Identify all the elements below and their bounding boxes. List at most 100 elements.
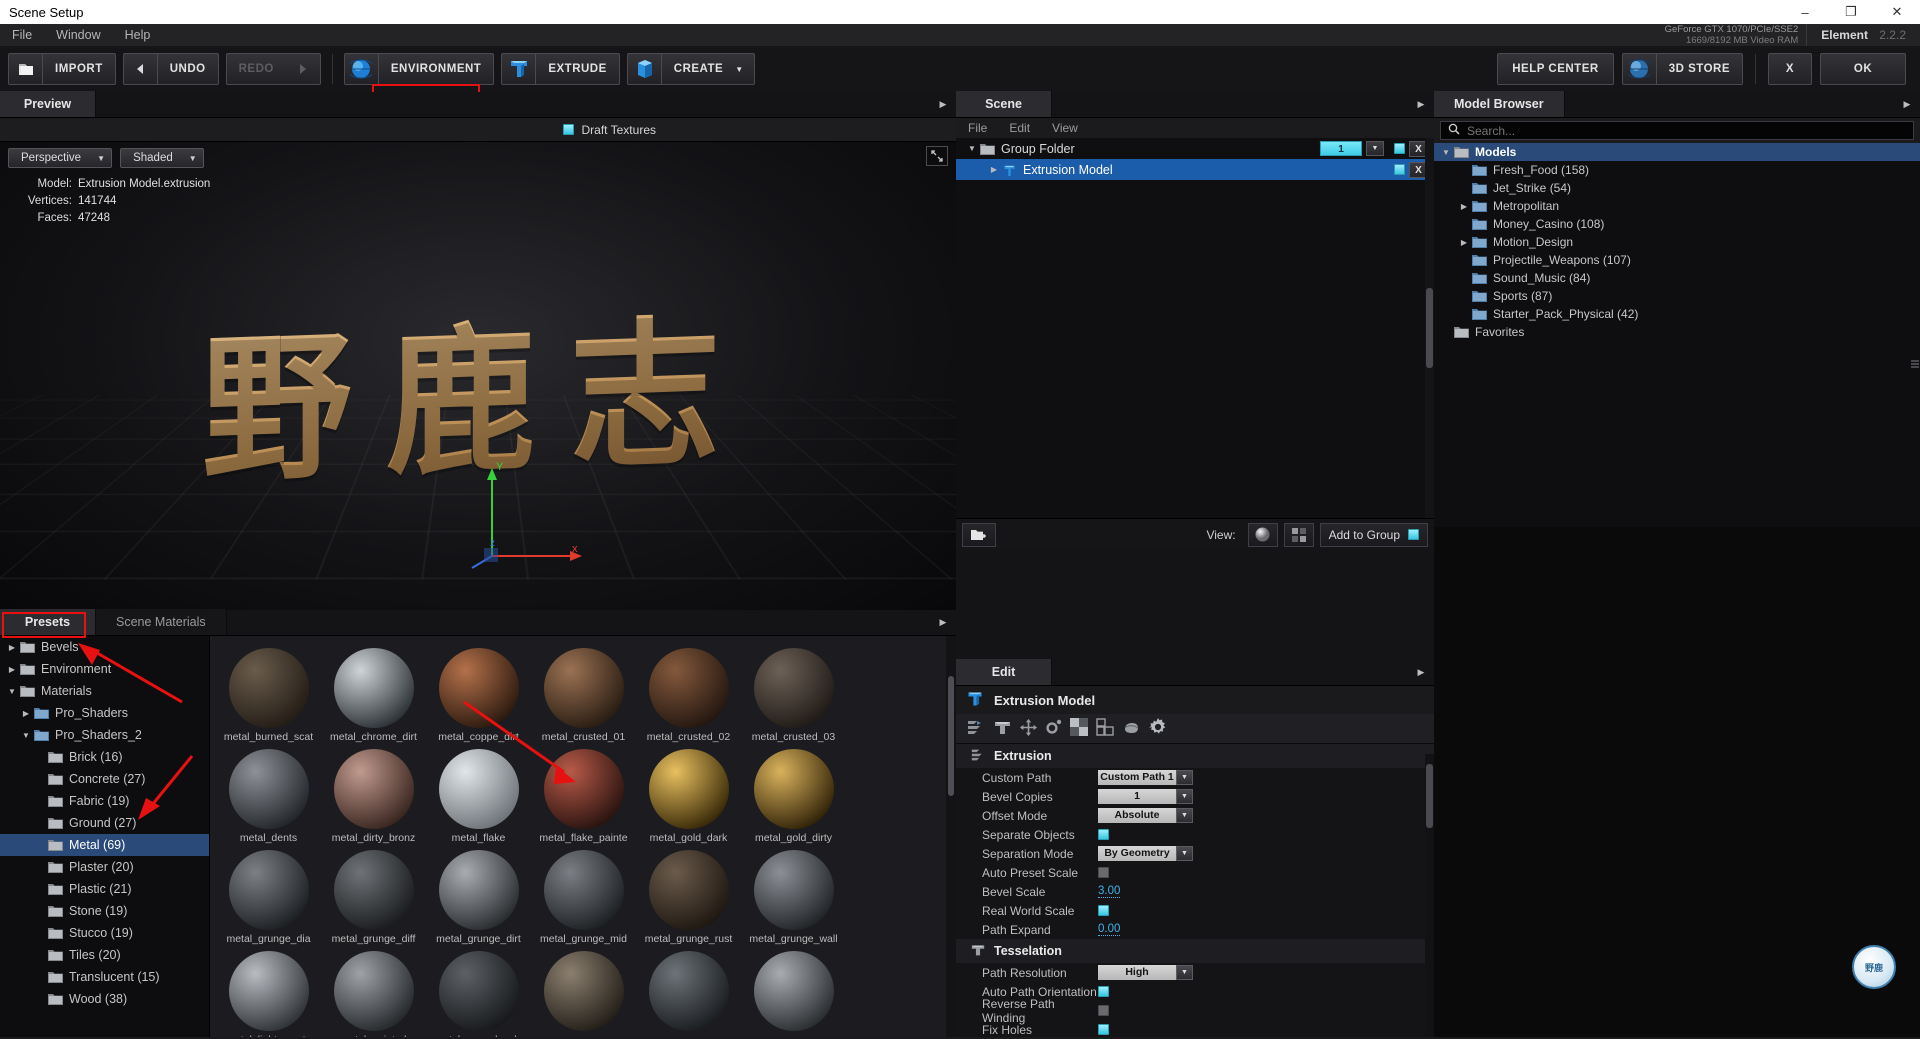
chevron-down-icon[interactable]: ▼	[18, 731, 34, 740]
property-checkbox[interactable]	[1098, 867, 1109, 878]
scene-menu-file[interactable]: File	[968, 121, 987, 135]
presets-tree-item[interactable]: Wood (38)	[0, 988, 209, 1010]
scrollbar-thumb[interactable]	[1426, 764, 1433, 828]
shading-dropdown[interactable]: Shaded ▼	[120, 148, 204, 168]
multi-object-tab-icon[interactable]	[1096, 718, 1114, 739]
material-swatch[interactable]	[742, 947, 845, 1037]
browser-tree-item[interactable]: Sound_Music (84)	[1434, 269, 1920, 287]
search-box[interactable]	[1440, 121, 1914, 140]
material-swatch[interactable]	[637, 947, 740, 1037]
import-button[interactable]: IMPORT	[8, 53, 116, 85]
property-checkbox[interactable]	[1098, 986, 1109, 997]
geometry-tab-icon[interactable]	[1122, 719, 1141, 739]
browser-tree-item[interactable]: Money_Casino (108)	[1434, 215, 1920, 233]
chevron-down-icon[interactable]: ▼	[1366, 141, 1384, 156]
settings-gear-tab-icon[interactable]	[1045, 719, 1062, 739]
close-button[interactable]: ✕	[1874, 0, 1920, 24]
search-input[interactable]	[1467, 123, 1913, 138]
material-swatch[interactable]: metal_light_scratc	[217, 947, 320, 1037]
minimize-button[interactable]: –	[1782, 0, 1828, 24]
scene-tree-row[interactable]: ▼ Group Folder 1 ▼ X	[956, 138, 1434, 159]
browser-tree-item[interactable]: ▶ Motion_Design	[1434, 233, 1920, 251]
chevron-down-icon[interactable]: ▼	[1176, 770, 1193, 785]
checker-material-tab-icon[interactable]	[1070, 718, 1088, 739]
material-swatch[interactable]: metal_burned_scat	[217, 644, 320, 743]
scrollbar-thumb[interactable]	[1426, 288, 1433, 368]
chevron-down-icon[interactable]: ▼	[1176, 789, 1193, 804]
property-checkbox[interactable]	[1098, 905, 1109, 916]
browser-tree-item[interactable]: Projectile_Weapons (107)	[1434, 251, 1920, 269]
material-swatch[interactable]: metal_grunge_rust	[637, 846, 740, 945]
presets-tree[interactable]: ▶ Bevels ▶ Environment ▼ Materials ▶ Pro_Shader…	[0, 636, 210, 1037]
preview-expand-icon[interactable]: ▶	[930, 91, 956, 117]
scene-expand-icon[interactable]: ▶	[1408, 91, 1434, 117]
group-count-field[interactable]: 1	[1320, 141, 1362, 156]
axis-gizmo[interactable]: Y x z	[470, 460, 590, 580]
material-swatch[interactable]: metal_grunge_dirt	[427, 846, 530, 945]
material-swatch[interactable]: metal_crusted_02	[637, 644, 740, 743]
property-group-header[interactable]: Tesselation	[956, 939, 1434, 963]
browser-tree[interactable]: ▼ Models Fresh_Food (158) Jet_Strike (54) ▶ M…	[1434, 143, 1920, 543]
edit-expand-icon[interactable]: ▶	[1408, 659, 1434, 685]
chevron-right-icon[interactable]: ▶	[4, 665, 20, 674]
browser-preview-area[interactable]: 野鹿	[1434, 527, 1920, 1037]
browser-tree-item[interactable]: Jet_Strike (54)	[1434, 179, 1920, 197]
material-swatch[interactable]: metal_crusted_03	[742, 644, 845, 743]
scene-tree-row[interactable]: ▶ Extrusion Model X	[956, 159, 1434, 180]
material-swatch[interactable]: metal_flake	[427, 745, 530, 844]
edit-scrollbar[interactable]	[1425, 754, 1434, 1037]
chevron-down-icon[interactable]: ▼	[1176, 846, 1193, 861]
material-swatch[interactable]: metal_gold_dirty	[742, 745, 845, 844]
scene-tree[interactable]: ▼ Group Folder 1 ▼ X ▶ Extrusion Model X	[956, 138, 1434, 518]
view-cubes-button[interactable]	[1283, 522, 1314, 547]
browser-tree-item[interactable]: Sports (87)	[1434, 287, 1920, 305]
chevron-right-icon[interactable]: ▶	[1456, 238, 1472, 247]
tab-scene-materials[interactable]: Scene Materials	[96, 609, 227, 635]
presets-tree-item[interactable]: Metal (69)	[0, 834, 209, 856]
create-button[interactable]: CREATE ▼	[626, 53, 755, 85]
presets-tree-item[interactable]: ▶ Bevels	[0, 636, 209, 658]
scene-scrollbar[interactable]	[1425, 138, 1434, 518]
property-checkbox[interactable]	[1098, 829, 1109, 840]
environment-button[interactable]: ENVIRONMENT	[343, 53, 495, 85]
help-center-button[interactable]: HELP CENTER	[1497, 53, 1614, 85]
extrusion-tab-icon[interactable]	[966, 719, 985, 739]
add-to-group-button[interactable]: Add to Group	[1319, 522, 1428, 547]
scene-menu-edit[interactable]: Edit	[1009, 121, 1030, 135]
menu-help[interactable]: Help	[125, 28, 151, 42]
store-button[interactable]: 3D STORE	[1621, 53, 1743, 85]
browser-scroll-grip[interactable]	[1911, 358, 1919, 372]
ok-button[interactable]: OK	[1820, 53, 1906, 85]
material-swatch[interactable]	[532, 947, 635, 1037]
material-swatch[interactable]: metal_flake_painte	[532, 745, 635, 844]
browser-tree-item[interactable]: Fresh_Food (158)	[1434, 161, 1920, 179]
tab-scene[interactable]: Scene	[956, 91, 1052, 117]
viewport-expand-button[interactable]	[926, 146, 948, 166]
chevron-down-icon[interactable]: ▼	[964, 144, 980, 153]
presets-tree-item[interactable]: Translucent (15)	[0, 966, 209, 988]
visibility-checkbox[interactable]	[1394, 164, 1405, 175]
chevron-down-icon[interactable]: ▼	[1176, 965, 1193, 980]
presets-tree-item[interactable]: Brick (16)	[0, 746, 209, 768]
property-number-value[interactable]: 0.00	[1098, 923, 1121, 936]
browser-expand-icon[interactable]: ▶	[1894, 91, 1920, 117]
chevron-right-icon[interactable]: ▶	[1456, 202, 1472, 211]
material-swatch[interactable]: metal_crusted_01	[532, 644, 635, 743]
extrude-button[interactable]: EXTRUDE	[501, 53, 620, 85]
menu-window[interactable]: Window	[56, 28, 100, 42]
view-sphere-button[interactable]	[1247, 522, 1278, 547]
property-dropdown-value[interactable]: Custom Path 1	[1098, 770, 1176, 785]
material-swatch[interactable]: metal_chrome_dirt	[322, 644, 425, 743]
material-swatch[interactable]: metal_gold_dark	[637, 745, 740, 844]
presets-tree-item[interactable]: ▼ Pro_Shaders_2	[0, 724, 209, 746]
material-swatch[interactable]: metal_grunge_diff	[322, 846, 425, 945]
browser-tree-item[interactable]: ▶ Metropolitan	[1434, 197, 1920, 215]
property-dropdown-value[interactable]: 1	[1098, 789, 1176, 804]
tab-model-browser[interactable]: Model Browser	[1434, 91, 1565, 117]
tab-preview[interactable]: Preview	[0, 91, 96, 117]
property-checkbox[interactable]	[1098, 1024, 1109, 1035]
chevron-right-icon[interactable]: ▶	[4, 643, 20, 652]
cancel-button[interactable]: X	[1768, 53, 1812, 85]
presets-tree-item[interactable]: Fabric (19)	[0, 790, 209, 812]
transform-tab-icon[interactable]	[1020, 718, 1037, 739]
